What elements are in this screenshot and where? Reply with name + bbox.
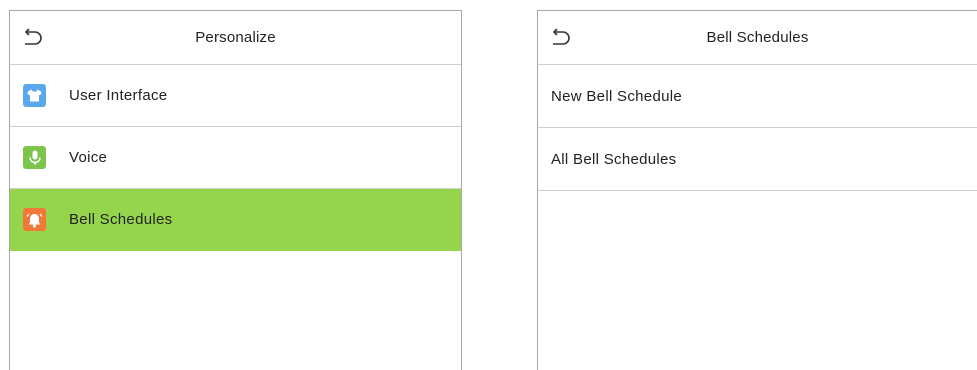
menu-item-label: User Interface: [69, 87, 168, 104]
shirt-icon: [23, 84, 46, 107]
menu-item-label: New Bell Schedule: [551, 87, 683, 105]
page-title: Bell Schedules: [706, 29, 809, 46]
menu-item-all-bell-schedules[interactable]: All Bell Schedules: [538, 128, 977, 191]
personalize-screen: Personalize User Interface Voice Bell Sc…: [9, 10, 462, 370]
menu-item-new-bell-schedule[interactable]: New Bell Schedule: [538, 65, 977, 128]
screenshot-stage: Personalize User Interface Voice Bell Sc…: [0, 0, 977, 370]
bell-schedules-header: Bell Schedules: [538, 11, 977, 65]
menu-item-label: Voice: [69, 149, 108, 166]
menu-item-bell-schedules[interactable]: Bell Schedules: [10, 189, 461, 251]
personalize-header: Personalize: [10, 11, 461, 65]
menu-item-label: All Bell Schedules: [551, 150, 677, 168]
menu-item-voice[interactable]: Voice: [10, 127, 461, 189]
back-arrow-icon[interactable]: [549, 28, 571, 48]
menu-item-user-interface[interactable]: User Interface: [10, 65, 461, 127]
back-arrow-icon[interactable]: [21, 28, 43, 48]
microphone-icon: [23, 146, 46, 169]
bell-icon: [23, 208, 46, 231]
bell-schedules-screen: Bell Schedules New Bell Schedule All Bel…: [537, 10, 977, 370]
page-title: Personalize: [195, 29, 276, 46]
menu-item-label: Bell Schedules: [69, 211, 173, 228]
